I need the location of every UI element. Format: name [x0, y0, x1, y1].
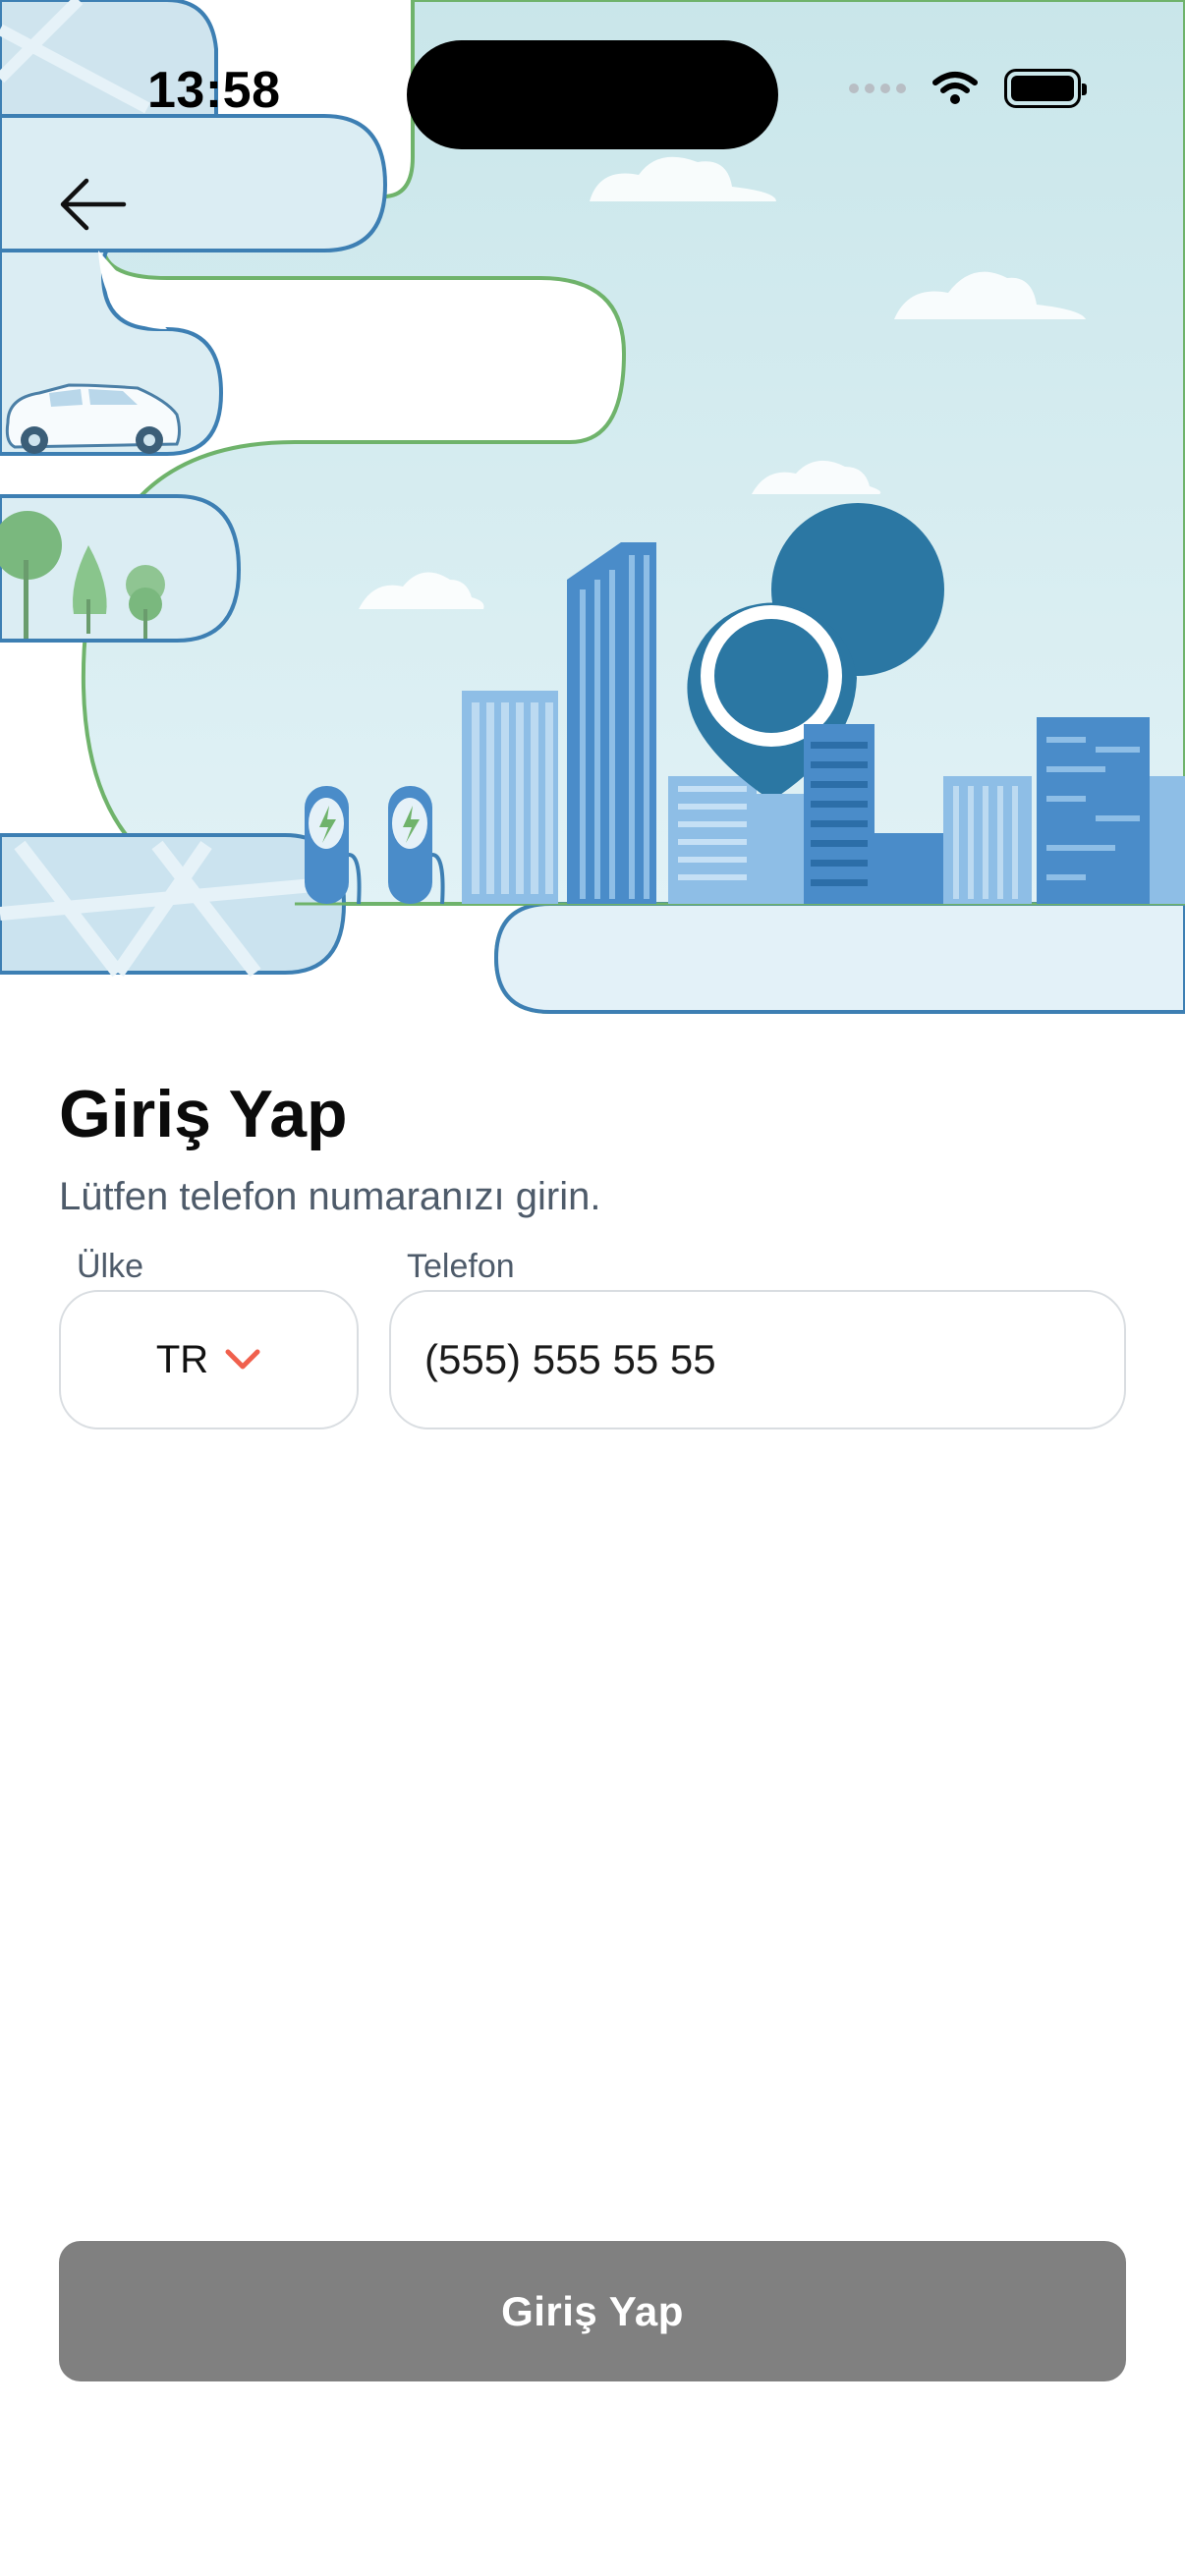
country-select[interactable]: TR [59, 1290, 359, 1429]
login-screen: 13:58 Giriş Yap Lütfen telefon numaranız… [0, 0, 1185, 2576]
hero-illustration [0, 0, 1185, 1022]
phone-label: Telefon [407, 1248, 515, 1285]
phone-placeholder: (555) 555 55 55 [424, 1336, 716, 1382]
dynamic-island [407, 40, 778, 149]
signal-dots-icon [849, 84, 906, 93]
login-button[interactable]: Giriş Yap [59, 2241, 1126, 2381]
country-label: Ülke [77, 1248, 144, 1285]
arrow-left-icon [60, 178, 127, 231]
status-icons [849, 69, 1087, 108]
country-value: TR [155, 1337, 209, 1381]
page-subtitle: Lütfen telefon numaranızı girin. [59, 1175, 601, 1218]
page-title: Giriş Yap [59, 1077, 348, 1151]
status-time: 13:58 [147, 62, 281, 119]
battery-icon [1004, 69, 1087, 108]
wifi-icon [932, 72, 978, 104]
phone-input[interactable]: (555) 555 55 55 [389, 1290, 1126, 1429]
back-button[interactable] [51, 169, 134, 240]
chevron-down-icon [225, 1349, 260, 1370]
